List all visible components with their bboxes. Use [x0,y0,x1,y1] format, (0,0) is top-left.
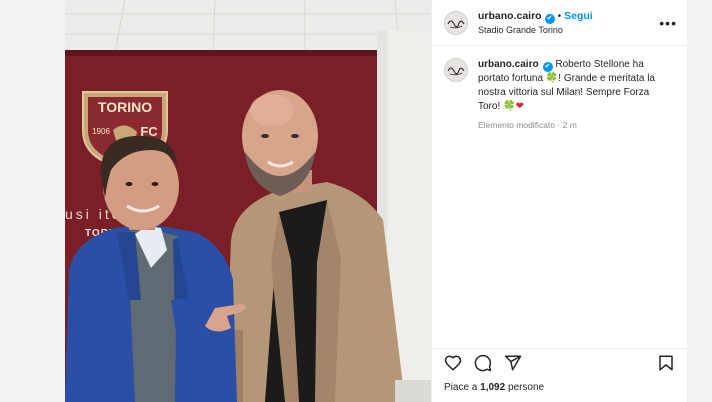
caption-text: urbano.cairo ✔ Roberto Stellone ha portat… [478,58,668,114]
heart-outline-icon[interactable] [444,354,462,372]
header-separator: • [557,11,562,22]
verified-badge-icon: ✔ [544,14,555,24]
post-side-panel: urbano.cairo ✔ • Segui Stadio Grande Torino… [431,0,687,402]
post-location[interactable]: Stadio Grande Torino [478,24,659,37]
instagram-post-card: TORINO 1906 FC usi ite TORIN [65,0,687,402]
crest-year: 1906 [92,127,110,136]
caption-username[interactable]: urbano.cairo [478,59,539,70]
red-heart-emoji-icon: ❤ [515,101,524,112]
action-bar [432,348,687,376]
caption-meta: Elemento modificato · 2 m [478,120,668,130]
post-photo[interactable]: TORINO 1906 FC usi ite TORIN [65,0,431,402]
more-options-icon[interactable]: ••• [659,15,677,31]
comment-icon[interactable] [474,354,492,372]
caption-avatar[interactable] [444,58,468,82]
caption-avatar-signature-icon [447,67,465,76]
avatar[interactable] [444,10,468,35]
likes-suffix: persone [507,382,545,393]
avatar-signature-icon [447,19,465,28]
clover-emoji-icon: 🍀 [545,73,559,84]
caption-body: urbano.cairo ✔ Roberto Stellone ha portat… [478,58,668,130]
bookmark-icon[interactable] [657,354,675,372]
post-time[interactable]: 2 m [563,120,577,130]
post-username[interactable]: urbano.cairo [478,10,542,22]
post-header-text: urbano.cairo ✔ • Segui Stadio Grande Torino [478,8,659,37]
post-photo-illustration: TORINO 1906 FC usi ite TORIN [65,0,431,402]
clover-emoji-icon-2: 🍀 [503,101,516,112]
edited-label: Elemento modificato [478,120,556,130]
meta-separator: · [557,120,561,130]
caption-verified-badge-icon: ✔ [542,62,553,72]
likes-prefix: Piace a [444,382,478,393]
crest-club-name: TORINO [98,99,152,115]
follow-button[interactable]: Segui [564,10,593,22]
paper-plane-icon[interactable] [504,354,522,372]
post-header: urbano.cairo ✔ • Segui Stadio Grande Torino… [432,0,687,46]
caption-comment: urbano.cairo ✔ Roberto Stellone ha portat… [432,46,687,130]
likes-number: 1,092 [480,382,506,393]
likes-count[interactable]: Piace a 1,092 persone [444,382,544,393]
